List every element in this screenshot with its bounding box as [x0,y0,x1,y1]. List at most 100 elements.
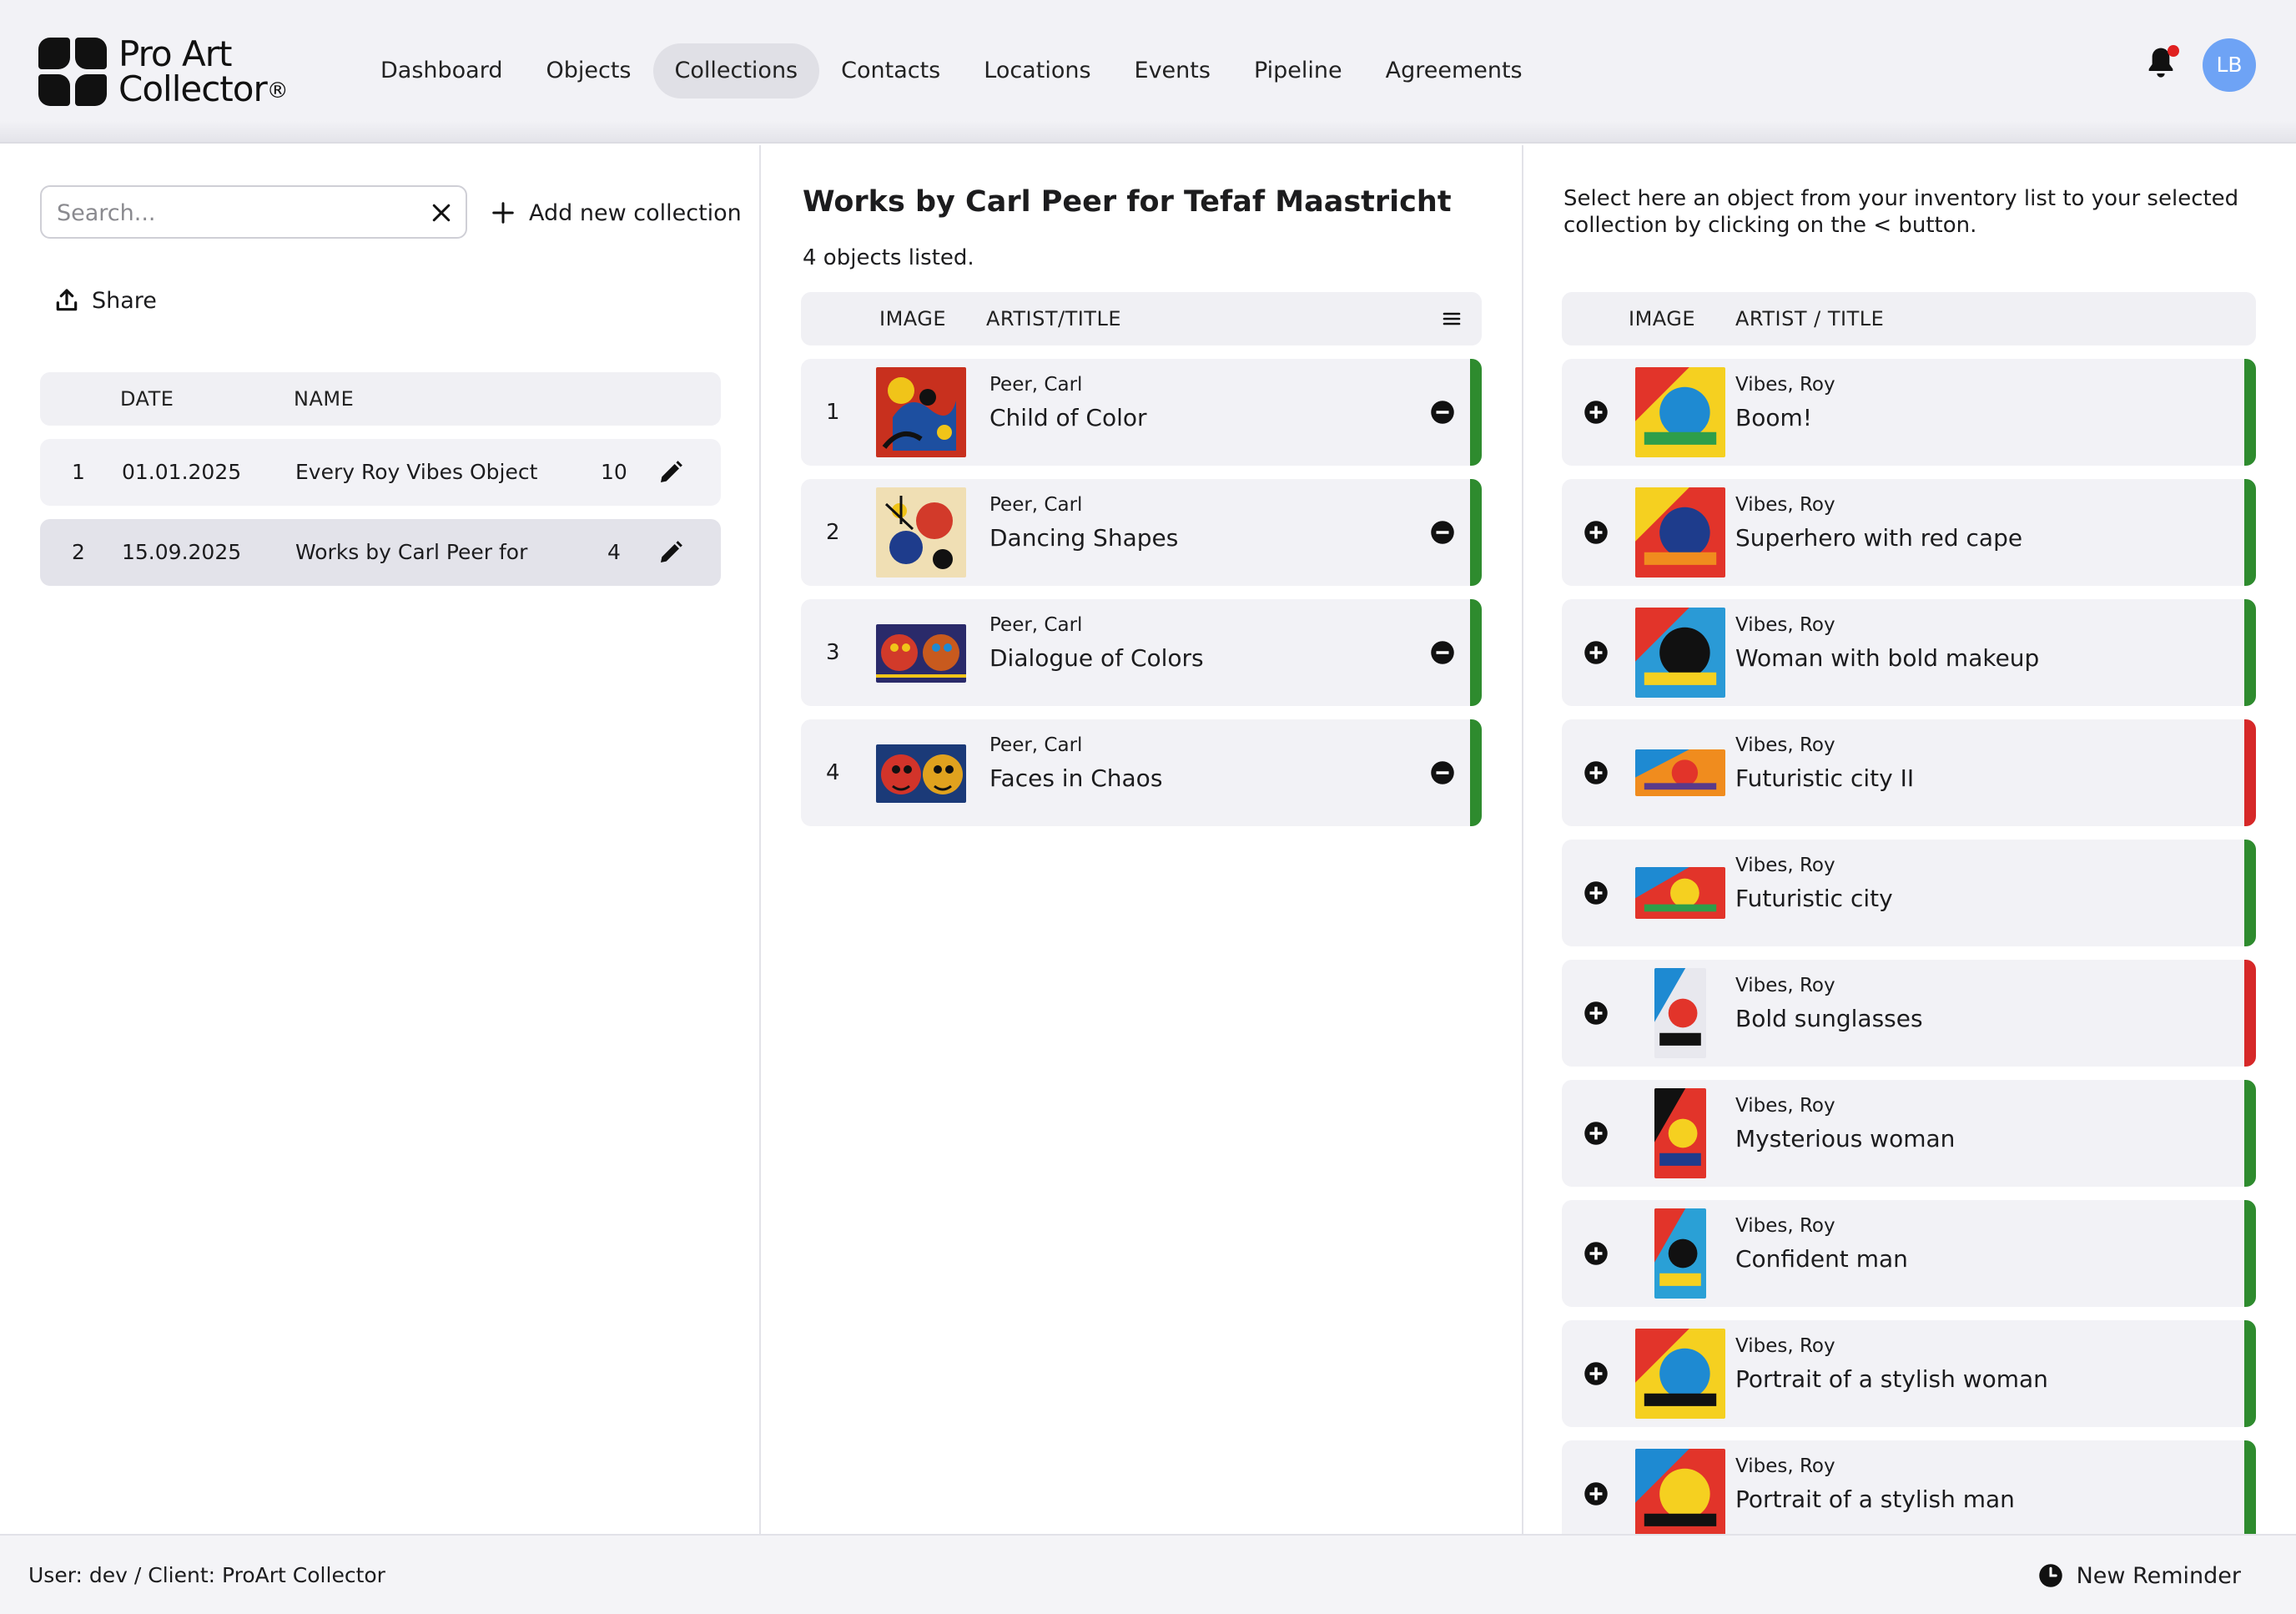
inventory-object-row[interactable]: Vibes, Roy Portrait of a stylish man [1562,1440,2256,1534]
inventory-object-row[interactable]: Vibes, Roy Futuristic city [1562,840,2256,946]
plus-circle-icon[interactable] [1584,640,1609,665]
add-collection-button[interactable]: Add new collection [491,189,742,237]
artwork-thumbnail[interactable] [876,367,966,457]
artwork-thumbnail[interactable] [876,624,966,683]
artwork-thumbnail[interactable] [1654,968,1706,1058]
collection-row[interactable]: 1 01.01.2025 Every Roy Vibes Object 10 [40,439,721,506]
status-bar [2244,840,2256,946]
column-name[interactable]: NAME [294,372,354,426]
app-logo[interactable]: Pro Art Collector® [38,37,289,107]
row-index: 2 [826,520,840,545]
nav-events[interactable]: Events [1113,43,1232,98]
object-title: Mysterious woman [1735,1125,1956,1152]
minus-circle-icon[interactable] [1430,400,1455,425]
add-collection-label: Add new collection [529,199,742,226]
artwork-thumbnail[interactable] [1635,1329,1725,1419]
share-button[interactable]: Share [53,287,157,314]
status-bar [2244,719,2256,826]
status-bar [1470,359,1482,466]
row-name: Every Roy Vibes Object [295,460,538,484]
objects-count: 4 objects listed. [803,245,974,270]
menu-icon[interactable] [1442,309,1462,329]
plus-circle-icon[interactable] [1584,1121,1609,1146]
object-artist: Vibes, Roy [1735,1455,1835,1477]
user-avatar[interactable]: LB [2203,38,2256,92]
object-artist: Vibes, Roy [1735,975,1835,996]
column-image[interactable]: IMAGE [879,292,946,345]
status-bar [2244,1080,2256,1187]
plus-circle-icon[interactable] [1584,1481,1609,1506]
collection-title: Works by Carl Peer for Tefaf Maastricht [803,185,1452,219]
object-title: Faces in Chaos [989,764,1163,792]
minus-circle-icon[interactable] [1430,640,1455,665]
collection-object-row[interactable]: 4 Peer, Carl Faces in Chaos [801,719,1482,826]
plus-circle-icon[interactable] [1584,1001,1609,1026]
inventory-object-row[interactable]: Vibes, Roy Confident man [1562,1200,2256,1307]
minus-circle-icon[interactable] [1430,520,1455,545]
minus-circle-icon[interactable] [1430,760,1455,785]
main-nav: Dashboard Objects Collections Contacts L… [359,43,1544,98]
plus-circle-icon[interactable] [1584,400,1609,425]
pencil-icon[interactable] [657,539,684,566]
artwork-thumbnail[interactable] [1635,749,1725,796]
clock-icon [2038,1564,2062,1587]
artwork-thumbnail[interactable] [1635,1449,1725,1534]
row-index: 1 [72,460,85,484]
collections-panel: Add new collection Share DATE NAME 1 01.… [0,145,761,1534]
nav-dashboard[interactable]: Dashboard [359,43,524,98]
nav-collections[interactable]: Collections [652,43,820,98]
collection-object-row[interactable]: 2 Peer, Carl Dancing Shapes [801,479,1482,586]
inventory-object-row[interactable]: Vibes, Roy Futuristic city II [1562,719,2256,826]
logo-text: Pro Art Collector® [118,37,289,107]
column-image[interactable]: IMAGE [1629,292,1695,345]
column-artist-title[interactable]: ARTIST / TITLE [1735,292,1884,345]
plus-circle-icon[interactable] [1584,1241,1609,1266]
nav-pipeline[interactable]: Pipeline [1232,43,1364,98]
nav-agreements[interactable]: Agreements [1364,43,1544,98]
object-artist: Vibes, Roy [1735,494,1835,516]
artwork-thumbnail[interactable] [1654,1088,1706,1178]
collection-object-row[interactable]: 3 Peer, Carl Dialogue of Colors [801,599,1482,706]
column-artist-title[interactable]: ARTIST/TITLE [986,292,1121,345]
search-input[interactable] [57,197,407,229]
artwork-thumbnail[interactable] [1635,867,1725,919]
nav-locations[interactable]: Locations [962,43,1112,98]
object-artist: Vibes, Roy [1735,374,1835,396]
column-date[interactable]: DATE [120,372,174,426]
status-bar [2244,1200,2256,1307]
collection-row-selected[interactable]: 2 15.09.2025 Works by Carl Peer for 4 [40,519,721,586]
status-footer: User: dev / Client: ProArt Collector New… [0,1534,2296,1614]
object-title: Dancing Shapes [989,524,1179,552]
inventory-object-row[interactable]: Vibes, Roy Portrait of a stylish woman [1562,1320,2256,1427]
row-count: 10 [601,460,627,484]
close-icon[interactable] [429,200,454,225]
artwork-thumbnail[interactable] [1654,1208,1706,1299]
object-title: Confident man [1735,1245,1908,1273]
artwork-thumbnail[interactable] [1635,367,1725,457]
share-icon [56,289,78,311]
inventory-object-row[interactable]: Vibes, Roy Boom! [1562,359,2256,466]
object-title: Portrait of a stylish man [1735,1485,2015,1513]
object-artist: Vibes, Roy [1735,1335,1835,1357]
inventory-hint: Select here an object from your inventor… [1563,186,2239,238]
plus-circle-icon[interactable] [1584,760,1609,785]
inventory-object-row[interactable]: Vibes, Roy Woman with bold makeup [1562,599,2256,706]
collections-table-header: DATE NAME [40,372,721,426]
artwork-thumbnail[interactable] [1635,487,1725,578]
artwork-thumbnail[interactable] [1635,608,1725,698]
artwork-thumbnail[interactable] [876,487,966,578]
plus-circle-icon[interactable] [1584,1361,1609,1386]
bell-icon[interactable] [2144,45,2181,85]
artwork-thumbnail[interactable] [876,744,966,803]
inventory-object-row[interactable]: Vibes, Roy Superhero with red cape [1562,479,2256,586]
new-reminder-button[interactable]: New Reminder [2038,1536,2241,1614]
plus-circle-icon[interactable] [1584,880,1609,905]
nav-contacts[interactable]: Contacts [819,43,962,98]
plus-circle-icon[interactable] [1584,520,1609,545]
inventory-object-row[interactable]: Vibes, Roy Mysterious woman [1562,1080,2256,1187]
pencil-icon[interactable] [657,459,684,486]
nav-objects[interactable]: Objects [524,43,652,98]
inventory-object-row[interactable]: Vibes, Roy Bold sunglasses [1562,960,2256,1067]
top-header: Pro Art Collector® Dashboard Objects Col… [0,0,2296,144]
collection-object-row[interactable]: 1 Peer, Carl Child of Color [801,359,1482,466]
